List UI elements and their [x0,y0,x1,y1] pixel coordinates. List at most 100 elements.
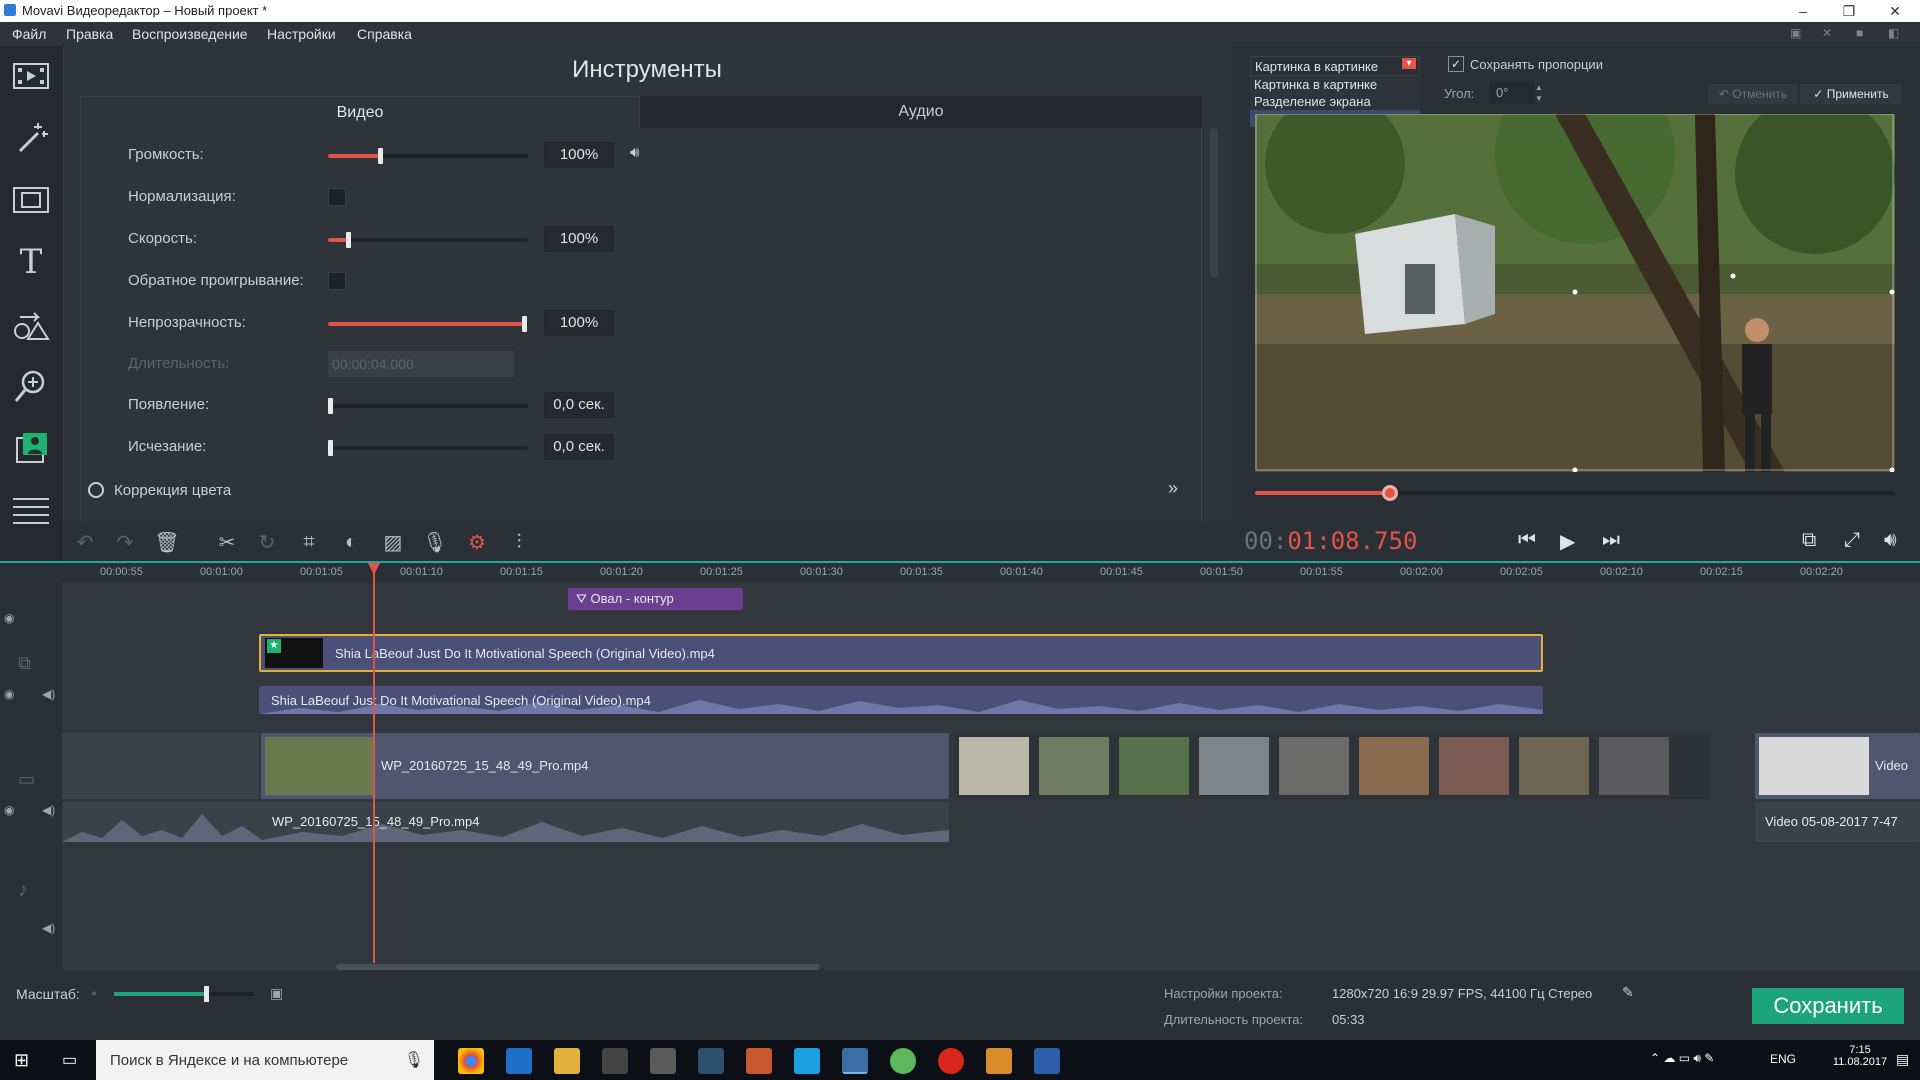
zoom-knob[interactable] [204,986,209,1002]
movavi-icon[interactable] [842,1048,868,1074]
expand-icon[interactable]: » [1168,478,1178,499]
chevron-down-icon[interactable]: ▾ [1402,58,1416,69]
language-indicator[interactable]: ENG [1770,1052,1796,1066]
store-icon[interactable] [602,1048,628,1074]
speed-slider[interactable] [328,232,528,248]
record-icon[interactable] [938,1048,964,1074]
cancel-button[interactable]: ↶ Отменить [1708,84,1798,104]
shapes-icon[interactable] [9,302,53,346]
opacity-value[interactable]: 100% [544,310,614,336]
tab-audio[interactable]: Аудио [640,96,1202,128]
photo-clips[interactable] [955,733,1710,799]
opacity-slider[interactable] [328,316,528,332]
titles-icon[interactable]: T [9,240,53,284]
bookmark-icon[interactable]: ■ [1856,26,1863,40]
maximize-button[interactable]: ❐ [1826,0,1872,22]
cut-icon[interactable]: ✂ [214,529,240,555]
title-clip[interactable]: ⛛ Овал - контур [568,588,743,610]
skype-icon[interactable] [794,1048,820,1074]
zoom-pan-icon[interactable] [9,364,53,408]
tray-icons[interactable]: ⌃ ☁ ▭ 🔊︎ ✎ [1650,1051,1714,1066]
end-audio-clip[interactable]: Video 05-08-2017 7-47 [1755,802,1920,842]
main-audio-clip[interactable]: WP_20160725_15_48_49_Pro.mp4 [62,802,949,842]
play-icon[interactable]: ▶ [1560,529,1575,554]
microphone-icon[interactable]: 🎙︎ [422,529,448,555]
redo-icon[interactable]: ↷ [112,529,138,555]
fullscreen-icon[interactable]: ⤢ [1844,529,1860,552]
fade-out-slider[interactable] [328,440,528,456]
previous-icon[interactable]: ⏮︎ [1518,529,1536,552]
eye-icon[interactable]: ◉ [4,687,14,701]
volume-icon[interactable]: 🔊︎ [1884,529,1897,552]
reverse-checkbox[interactable] [328,272,346,290]
speed-value[interactable]: 100% [544,226,614,252]
color-adjust-icon[interactable]: ◐ [338,529,364,555]
edit-settings-icon[interactable]: ✎ [1622,984,1634,1001]
zoom-in-icon[interactable]: ▣ [270,985,283,1002]
zoom-slider[interactable] [114,986,254,1002]
clock[interactable]: 7:15 11.08.2017 [1825,1044,1895,1068]
menu-playback[interactable]: Воспроизведение [132,26,248,42]
save-button[interactable]: Сохранить [1752,988,1904,1024]
properties-scrollbar[interactable] [1210,128,1218,278]
menu-settings[interactable]: Настройки [267,26,336,42]
keep-ratio-checkbox[interactable]: ✓ [1448,56,1464,72]
close-button[interactable]: ✕ [1872,0,1918,22]
youtube-icon[interactable]: ▣ [1790,26,1801,40]
volume-slider[interactable] [328,148,528,164]
angle-input[interactable]: 0° [1490,82,1534,104]
fade-out-value[interactable]: 0,0 сек. [544,434,614,460]
popout-icon[interactable]: ⧉ [1802,529,1816,552]
menu-help[interactable]: Справка [357,26,412,42]
timeline-ruler[interactable]: 00:00:55 00:01:00 00:01:05 00:01:10 00:0… [0,561,1920,583]
eye-icon[interactable]: ◉ [4,803,14,817]
playhead[interactable] [373,563,375,963]
eye-icon[interactable]: ◉ [4,611,14,625]
share-icon[interactable]: ◧ [1888,26,1899,40]
speaker-icon[interactable]: ◀) [42,921,55,935]
maps-icon[interactable] [746,1048,772,1074]
undo-icon[interactable]: ↶ [72,529,98,555]
main-video-clip[interactable]: WP_20160725_15_48_49_Pro.mp4 [261,733,949,799]
overlay-video-clip[interactable]: ★ Shia LaBeouf Just Do It Motivational S… [259,634,1543,672]
minimize-button[interactable]: – [1780,0,1826,22]
vk-icon[interactable]: ✕ [1822,26,1832,40]
color-correction-toggle[interactable] [88,482,104,498]
chrome-icon[interactable] [458,1048,484,1074]
microphone-icon[interactable]: 🎙︎ [404,1050,424,1070]
pip-option-pip[interactable]: Картинка в картинке [1250,76,1420,93]
crop-icon[interactable]: ⌗ [296,529,322,555]
end-video-clip[interactable]: Video [1755,733,1920,799]
edge-icon[interactable] [506,1048,532,1074]
tab-video[interactable]: Видео [80,96,640,128]
speaker-icon[interactable]: ◀) [42,803,55,817]
movavi-editor-icon[interactable] [1034,1048,1060,1074]
speaker-icon[interactable]: ◀) [42,687,55,701]
image-icon[interactable]: ▨ [380,529,406,555]
utorrent-icon[interactable] [890,1048,916,1074]
menu-file[interactable]: Файл [12,26,46,42]
angle-stepper[interactable]: ▲ ▼ [1535,82,1547,104]
apply-button[interactable]: ✓ Применить [1800,84,1902,104]
preview-scrubber[interactable] [1255,485,1895,501]
taskbar-search[interactable]: Поиск в Яндексе и на компьютере 🎙︎ [96,1040,434,1080]
delete-icon[interactable]: 🗑︎ [154,529,180,555]
clip-properties-icon[interactable]: ⚙ [464,529,490,555]
chroma-key-icon[interactable] [9,426,53,470]
speaker-icon[interactable]: 🔊︎ [630,144,639,161]
menu-edit[interactable]: Правка [66,26,113,42]
volume-value[interactable]: 100% [544,142,614,168]
next-icon[interactable]: ⏭︎ [1602,529,1620,552]
fade-in-slider[interactable] [328,398,528,414]
magic-wand-icon[interactable] [9,116,53,160]
file-explorer-icon[interactable] [554,1048,580,1074]
mail-icon[interactable] [650,1048,676,1074]
folder-icon[interactable] [986,1048,1012,1074]
overlay-audio-clip[interactable]: Shia LaBeouf Just Do It Motivational Spe… [259,686,1543,714]
pip-mode-select[interactable]: Картинка в картинке ▾ [1250,56,1420,76]
import-icon[interactable] [9,54,53,98]
more-tools-icon[interactable] [9,488,53,532]
video-preview[interactable] [1255,114,1895,472]
windows-start-icon[interactable]: ⊞ [14,1050,29,1071]
normalize-checkbox[interactable] [328,188,346,206]
